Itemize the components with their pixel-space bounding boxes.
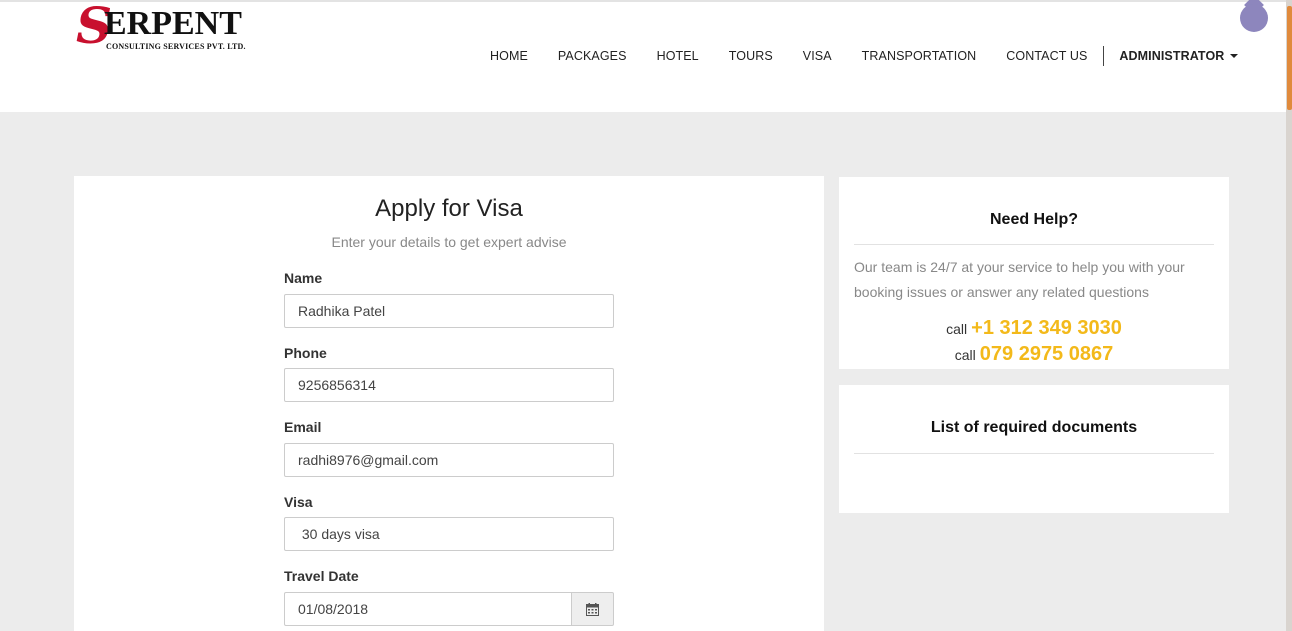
call-line-2: call 079 2975 0867 [839, 343, 1229, 366]
phone-field[interactable]: 9256856314 [284, 368, 614, 402]
call-label-1: call [946, 321, 968, 337]
logo-word: ERPENT [104, 5, 242, 42]
nav-transportation[interactable]: TRANSPORTATION [862, 49, 977, 63]
required-documents-title: List of required documents [930, 419, 1138, 436]
email-label: Email [284, 419, 322, 435]
calendar-icon [586, 602, 599, 616]
nav-hotel[interactable]: HOTEL [657, 49, 699, 63]
drop-icon-body [1240, 4, 1268, 32]
travel-date-label: Travel Date [284, 568, 359, 584]
email-field[interactable]: radhi8976@gmail.com [284, 443, 614, 477]
nav-contact-us[interactable]: CONTACT US [1006, 49, 1087, 63]
scrollbar-thumb[interactable] [1287, 6, 1292, 110]
nav-visa[interactable]: VISA [803, 49, 832, 63]
nav-packages[interactable]: PACKAGES [558, 49, 627, 63]
main-nav: HOME PACKAGES HOTEL TOURS VISA TRANSPORT… [475, 46, 1253, 66]
visa-label: Visa [284, 494, 313, 510]
drop-icon[interactable] [1240, 0, 1268, 32]
administrator-label: ADMINISTRATOR [1119, 49, 1225, 63]
phone-label: Phone [284, 345, 327, 361]
top-border [0, 0, 1292, 2]
need-help-text: Our team is 24/7 at your service to help… [854, 259, 1185, 300]
phone-number-2[interactable]: 079 2975 0867 [980, 343, 1113, 365]
call-line-1: call +1 312 349 3030 [839, 317, 1229, 340]
call-label-2: call [954, 347, 976, 363]
travel-date-field[interactable]: 01/08/2018 [284, 592, 572, 626]
nav-tours[interactable]: TOURS [729, 49, 773, 63]
nav-divider [1103, 46, 1105, 66]
top-header: S ERPENT CONSULTING SERVICES PVT. LTD. H… [0, 0, 1292, 112]
calendar-button[interactable] [571, 592, 614, 626]
nav-home[interactable]: HOME [490, 49, 528, 63]
need-help-card: Need Help? Our team is 24/7 at your serv… [839, 177, 1229, 369]
serpent-logo[interactable]: S ERPENT CONSULTING SERVICES PVT. LTD. [76, 0, 256, 56]
administrator-menu[interactable]: ADMINISTRATOR [1119, 49, 1239, 63]
need-help-title: Need Help? [989, 211, 1078, 228]
logo-tagline: CONSULTING SERVICES PVT. LTD. [106, 42, 246, 51]
required-documents-divider [854, 453, 1214, 454]
name-field[interactable]: Radhika Patel [284, 294, 614, 328]
need-help-divider [854, 244, 1214, 245]
phone-number-1[interactable]: +1 312 349 3030 [971, 317, 1122, 339]
required-documents-card: List of required documents [839, 385, 1229, 513]
form-subtitle: Enter your details to get expert advise [331, 234, 567, 250]
form-title: Apply for Visa [375, 195, 523, 222]
name-label: Name [284, 270, 323, 286]
visa-select[interactable]: 30 days visa [284, 517, 614, 551]
caret-down-icon [1230, 54, 1239, 58]
